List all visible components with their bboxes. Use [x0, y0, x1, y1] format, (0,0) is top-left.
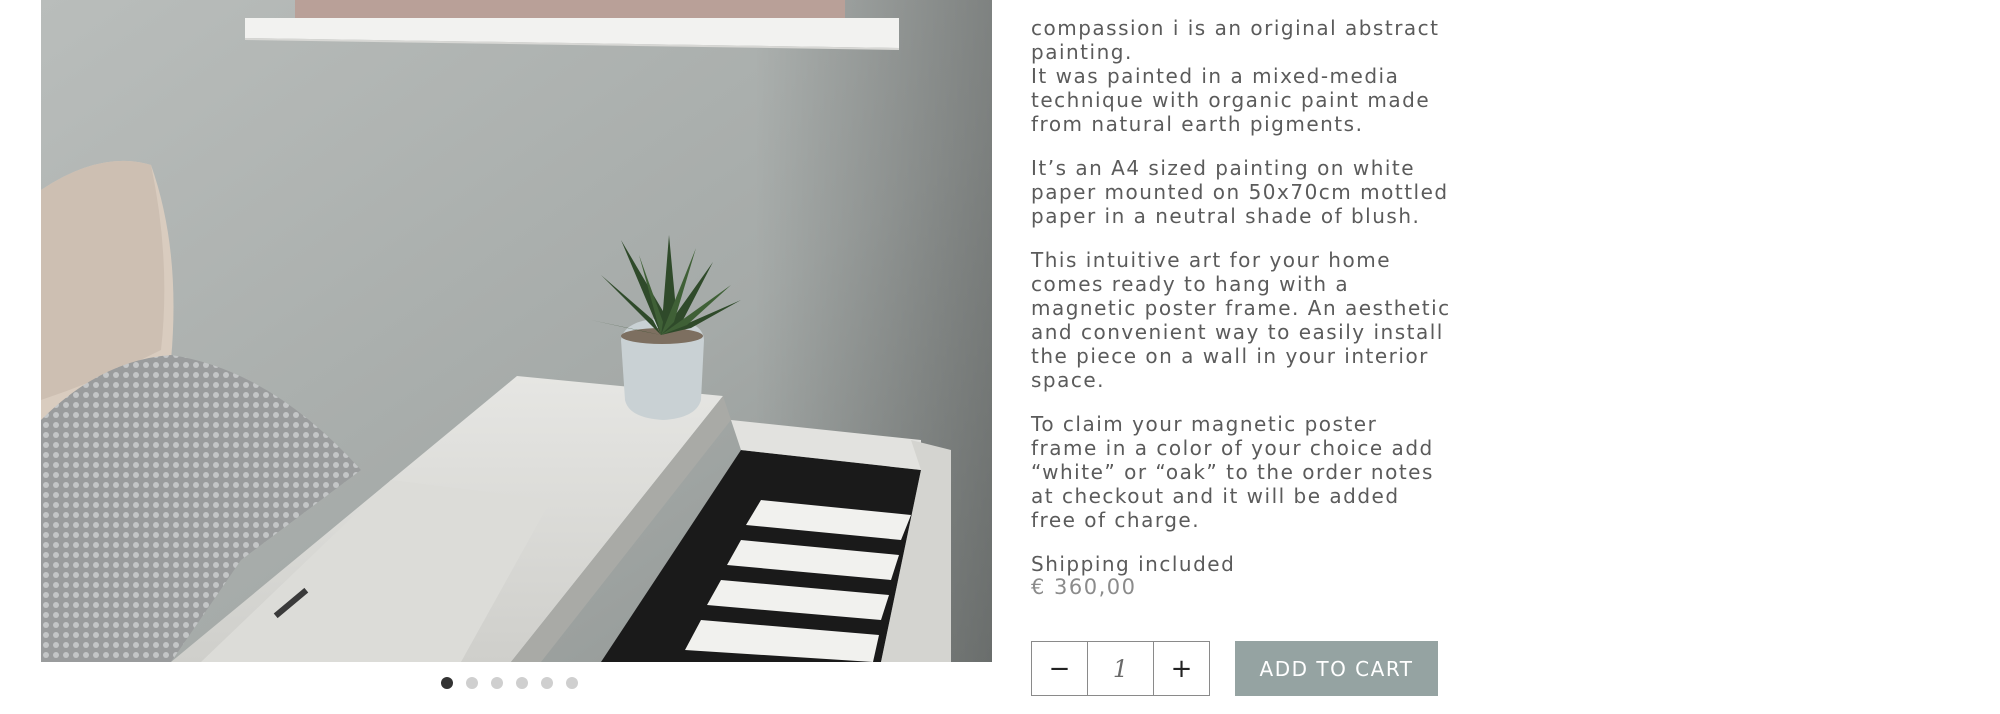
quantity-stepper: − +	[1031, 641, 1210, 696]
carousel-dot-3[interactable]	[491, 677, 503, 689]
decrease-quantity-button[interactable]: −	[1032, 642, 1088, 695]
carousel-dot-2[interactable]	[466, 677, 478, 689]
carousel-dots	[441, 677, 578, 689]
description-paragraph: To claim your magnetic poster frame in a…	[1031, 412, 1434, 532]
minus-icon: −	[1048, 653, 1071, 684]
description-paragraph: It’s an A4 sized painting on white paper…	[1031, 156, 1449, 228]
increase-quantity-button[interactable]: +	[1153, 642, 1209, 695]
product-description: compassion i is an original abstract pai…	[1031, 16, 1451, 596]
product-price: € 360,00	[1031, 575, 1137, 599]
description-paragraph: compassion i is an original abstract pai…	[1031, 16, 1440, 136]
carousel-dot-4[interactable]	[516, 677, 528, 689]
carousel-dot-5[interactable]	[541, 677, 553, 689]
carousel-dot-6[interactable]	[566, 677, 578, 689]
shipping-note: Shipping included	[1031, 552, 1236, 576]
add-to-cart-button[interactable]: ADD TO CART	[1235, 641, 1438, 696]
quantity-input[interactable]	[1088, 642, 1153, 695]
carousel-dot-1[interactable]	[441, 677, 453, 689]
description-paragraph: This intuitive art for your home comes r…	[1031, 248, 1451, 392]
plus-icon: +	[1170, 653, 1193, 684]
product-image[interactable]	[41, 0, 992, 662]
